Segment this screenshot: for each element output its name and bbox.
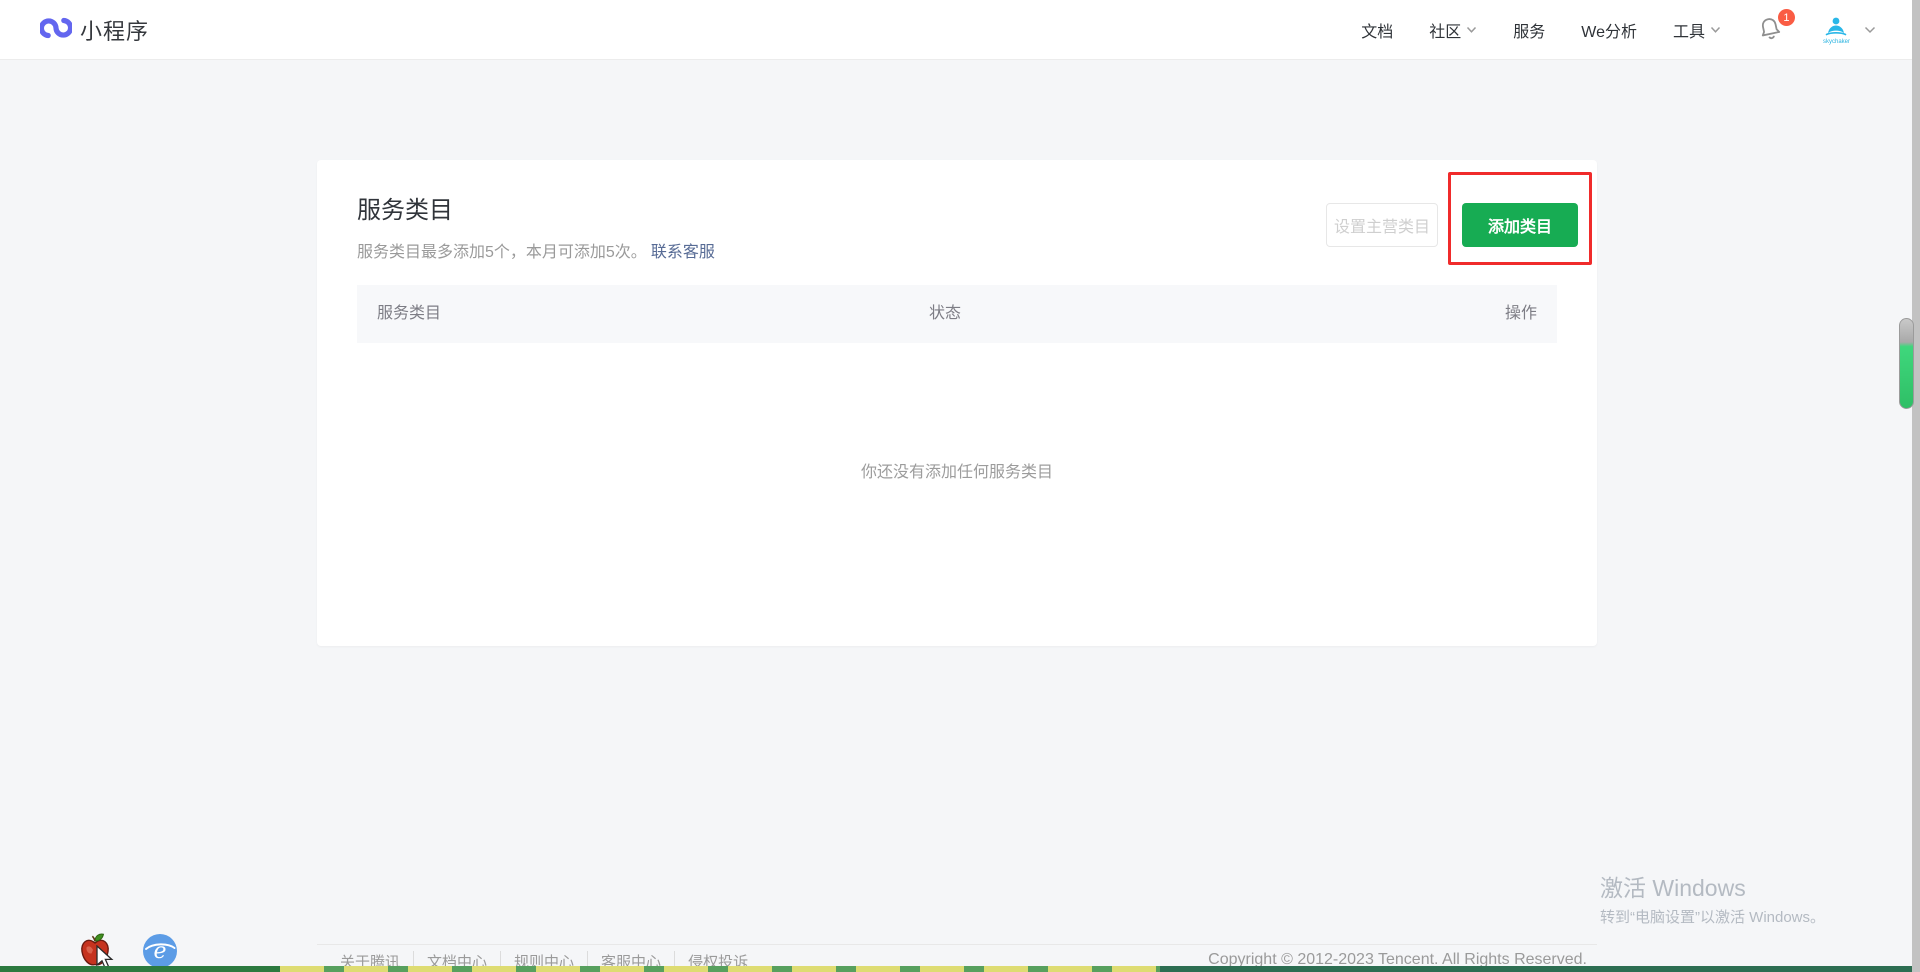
chevron-down-icon: [1466, 21, 1477, 39]
nav-weanalytics-label: We分析: [1581, 18, 1637, 42]
scrollbar-track[interactable]: [1912, 0, 1920, 972]
nav-tools-label: 工具: [1673, 18, 1705, 42]
nav-community-label: 社区: [1429, 18, 1461, 42]
table-header-row: 服务类目 状态 操作: [357, 285, 1557, 343]
column-header-category: 服务类目: [377, 285, 441, 343]
bell-icon: [1757, 30, 1783, 47]
description-text: 服务类目最多添加5个，本月可添加5次。: [357, 244, 647, 261]
nav-services-label: 服务: [1513, 18, 1545, 42]
empty-state-text: 你还没有添加任何服务类目: [317, 458, 1597, 482]
avatar-figure-icon: [1823, 16, 1849, 38]
set-primary-category-button[interactable]: 设置主营类目: [1326, 203, 1438, 247]
nav-services[interactable]: 服务: [1513, 18, 1545, 42]
contact-support-link[interactable]: 联系客服: [651, 244, 715, 261]
notification-bell-button[interactable]: 1: [1757, 15, 1787, 45]
notification-badge: 1: [1778, 9, 1795, 26]
nav-community[interactable]: 社区: [1429, 18, 1477, 42]
chevron-down-icon: [1710, 21, 1721, 39]
top-bar: 小程序 文档 社区 服务 We分析 工具: [0, 0, 1920, 60]
page-title: 服务类目: [357, 190, 453, 225]
brand[interactable]: 小程序: [0, 11, 149, 48]
scrollbar-thumb[interactable]: [1899, 318, 1914, 409]
watermark-line2: 转到“电脑设置”以激活 Windows。: [1600, 906, 1825, 927]
page-description: 服务类目最多添加5个，本月可添加5次。联系客服: [357, 238, 715, 262]
column-header-status: 状态: [929, 285, 961, 343]
brand-title: 小程序: [80, 14, 149, 46]
screen: 小程序 文档 社区 服务 We分析 工具: [0, 0, 1920, 972]
avatar: skychaker: [1823, 16, 1850, 45]
background-excel-strip: [0, 966, 1920, 972]
avatar-name: skychaker: [1823, 39, 1850, 45]
nav-docs-label: 文档: [1361, 18, 1393, 42]
service-category-card: 服务类目 服务类目最多添加5个，本月可添加5次。联系客服 设置主营类目 添加类目…: [317, 160, 1597, 646]
watermark-line1: 激活 Windows: [1600, 869, 1825, 903]
column-header-actions: 操作: [1505, 285, 1537, 343]
excel-dark-decoration: [1160, 966, 1920, 972]
account-menu[interactable]: skychaker: [1823, 16, 1876, 45]
svg-text:e: e: [153, 939, 166, 964]
windows-activation-watermark: 激活 Windows 转到“电脑设置”以激活 Windows。: [1600, 869, 1825, 927]
excel-cells-decoration: [280, 966, 1160, 972]
miniprogram-logo-icon: [40, 11, 72, 48]
nav-weanalytics[interactable]: We分析: [1581, 18, 1637, 42]
nav-docs[interactable]: 文档: [1361, 18, 1393, 42]
nav-tools[interactable]: 工具: [1673, 18, 1721, 42]
top-nav: 文档 社区 服务 We分析 工具: [1361, 0, 1876, 60]
add-category-button[interactable]: 添加类目: [1462, 203, 1578, 247]
footer-divider: [317, 944, 1597, 945]
chevron-down-icon: [1864, 21, 1876, 39]
